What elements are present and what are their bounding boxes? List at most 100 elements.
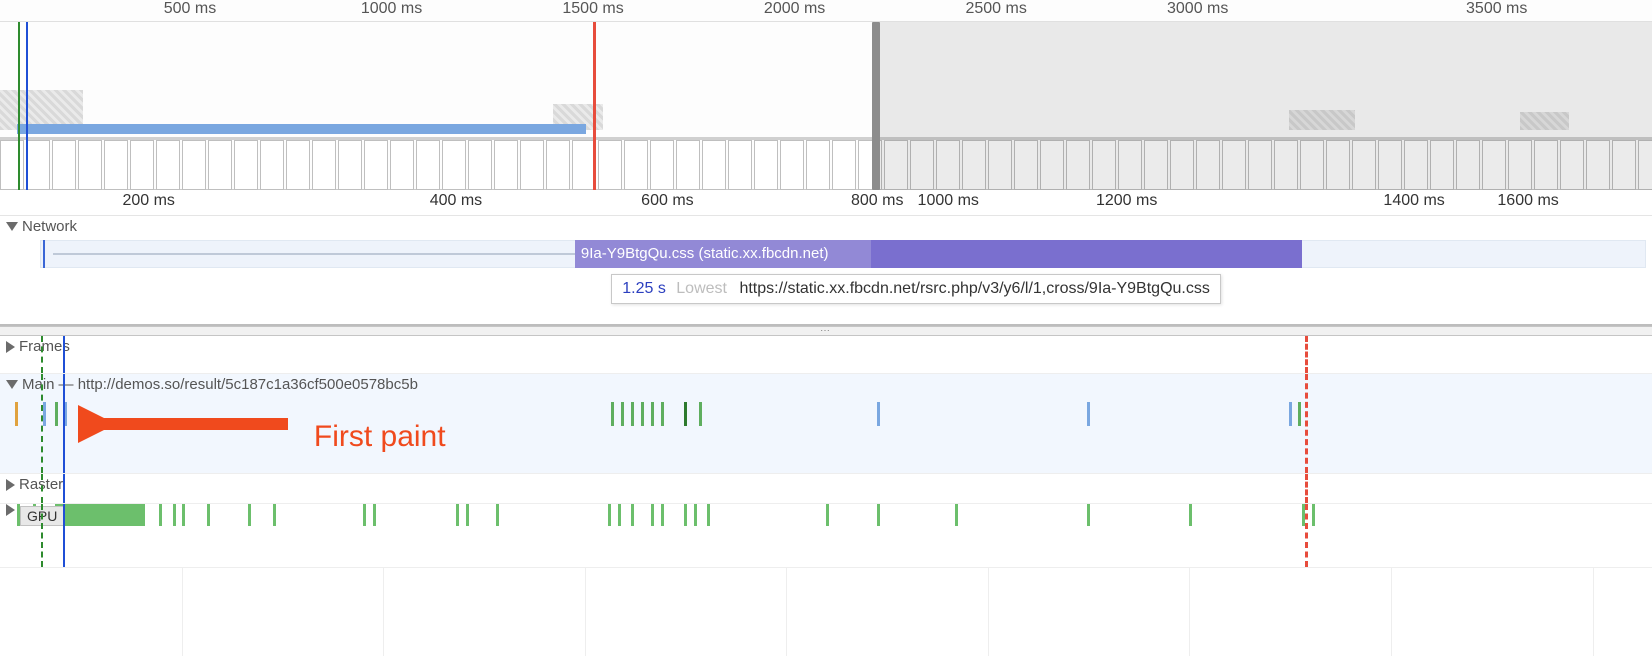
gpu-task-tick[interactable]	[1087, 504, 1090, 526]
overview-tick: 2000 ms	[764, 0, 825, 18]
gpu-task-tick[interactable]	[173, 504, 176, 526]
flame-task[interactable]	[15, 402, 18, 426]
gpu-task-tick[interactable]	[618, 504, 621, 526]
gpu-task-tick[interactable]	[877, 504, 880, 526]
gpu-task-tick[interactable]	[955, 504, 958, 526]
chevron-down-icon[interactable]	[6, 222, 18, 231]
flame-task[interactable]	[661, 402, 664, 426]
marker-load	[1305, 474, 1308, 503]
track-network[interactable]: Network 9Ia-Y9BtgQu.css (static.xx.fbcdn…	[0, 216, 1652, 326]
marker-load	[1305, 504, 1308, 567]
flame-task[interactable]	[631, 402, 634, 426]
drag-handle-icon: ⋯	[820, 326, 832, 337]
annotation-first-paint: First paint	[314, 420, 446, 454]
overview-tick: 1500 ms	[562, 0, 623, 18]
track-header-frames[interactable]: Frames	[6, 338, 70, 355]
gpu-task-tick[interactable]	[684, 504, 687, 526]
overview-selection-handle[interactable]	[872, 22, 880, 190]
track-gpu[interactable]: GPU	[0, 504, 1652, 568]
flame-task[interactable]	[1087, 402, 1090, 426]
network-request-label: 9Ia-Y9BtgQu.css (static.xx.fbcdn.net)	[581, 245, 829, 262]
gpu-task-tick[interactable]	[159, 504, 162, 526]
gpu-task-tick[interactable]	[1312, 504, 1315, 526]
detail-ruler: 200 ms 400 ms 600 ms 800 ms 1000 ms 1200…	[0, 190, 1652, 216]
filmstrip-frame	[0, 140, 24, 190]
annotation-arrow-icon	[78, 404, 298, 444]
gpu-task-tick[interactable]	[707, 504, 710, 526]
marker-load	[1305, 374, 1308, 473]
filmstrip-frame	[624, 140, 648, 190]
flame-task[interactable]	[641, 402, 644, 426]
filmstrip-frame	[598, 140, 622, 190]
marker-first-paint	[41, 504, 43, 567]
panel-splitter[interactable]: ⋯	[0, 326, 1652, 336]
filmstrip-frame	[546, 140, 570, 190]
gpu-task-tick[interactable]	[182, 504, 185, 526]
detail-tick: 1600 ms	[1497, 192, 1558, 210]
gpu-task-tick[interactable]	[466, 504, 469, 526]
track-raster[interactable]: Raster	[0, 474, 1652, 504]
flame-task[interactable]	[877, 402, 880, 426]
filmstrip-frame	[338, 140, 362, 190]
flame-task[interactable]	[699, 402, 702, 426]
flame-task[interactable]	[611, 402, 614, 426]
flame-task[interactable]	[64, 402, 67, 426]
chevron-right-icon[interactable]	[6, 341, 15, 353]
detail-tick: 800 ms	[851, 192, 903, 210]
gpu-task-tick[interactable]	[608, 504, 611, 526]
gpu-task-tick[interactable]	[273, 504, 276, 526]
gpu-task-tick[interactable]	[694, 504, 697, 526]
track-header-gpu[interactable]	[6, 504, 15, 516]
marker-first-paint	[41, 336, 43, 373]
filmstrip-frame	[754, 140, 778, 190]
gpu-task-tick[interactable]	[207, 504, 210, 526]
flamechart-area: Frames Main — http://demos.so/result/5c1…	[0, 336, 1652, 568]
gpu-task-tick[interactable]	[373, 504, 376, 526]
chevron-down-icon[interactable]	[6, 380, 18, 389]
track-header-network[interactable]: Network	[6, 218, 77, 235]
detail-tick: 1000 ms	[918, 192, 979, 210]
track-header-raster[interactable]: Raster	[6, 476, 63, 493]
gpu-task-tick[interactable]	[248, 504, 251, 526]
filmstrip-frame	[104, 140, 128, 190]
network-request-download-phase	[871, 240, 1302, 268]
flame-task[interactable]	[684, 402, 687, 426]
filmstrip-frame	[130, 140, 154, 190]
filmstrip-frame	[260, 140, 284, 190]
overview-ruler: 500 ms 1000 ms 1500 ms 2000 ms 2500 ms 3…	[0, 0, 1652, 22]
overview-marker-blue	[26, 22, 28, 190]
network-waiting-line	[53, 253, 575, 255]
chevron-right-icon[interactable]	[6, 479, 15, 491]
marker-blue	[63, 336, 65, 373]
filmstrip-frame	[442, 140, 466, 190]
overview-tick: 2500 ms	[965, 0, 1026, 18]
tooltip-priority: Lowest	[676, 280, 727, 297]
overview-body[interactable]	[0, 22, 1652, 190]
chevron-right-icon[interactable]	[6, 504, 15, 516]
filmstrip-frame	[650, 140, 674, 190]
gpu-task-tick[interactable]	[651, 504, 654, 526]
filmstrip-frame	[26, 140, 50, 190]
gpu-task-tick[interactable]	[363, 504, 366, 526]
flame-task[interactable]	[55, 402, 58, 426]
track-frames[interactable]: Frames	[0, 336, 1652, 374]
track-label: Main	[22, 376, 55, 393]
gpu-task-block[interactable]	[55, 504, 146, 526]
gpu-task-tick[interactable]	[1189, 504, 1192, 526]
track-main[interactable]: Main — http://demos.so/result/5c187c1a36…	[0, 374, 1652, 474]
flame-task[interactable]	[651, 402, 654, 426]
marker-blue	[63, 474, 65, 503]
gpu-task-tick[interactable]	[661, 504, 664, 526]
track-label: Network	[22, 218, 77, 235]
track-header-main[interactable]: Main — http://demos.so/result/5c187c1a36…	[6, 376, 418, 393]
flame-task[interactable]	[43, 402, 46, 426]
gpu-task-tick[interactable]	[631, 504, 634, 526]
gpu-task-tick[interactable]	[826, 504, 829, 526]
flame-task[interactable]	[1289, 402, 1292, 426]
overview-network-bar	[17, 124, 587, 134]
overview-minimap[interactable]: 500 ms 1000 ms 1500 ms 2000 ms 2500 ms 3…	[0, 0, 1652, 190]
flame-task[interactable]	[1298, 402, 1301, 426]
gpu-task-tick[interactable]	[496, 504, 499, 526]
flame-task[interactable]	[621, 402, 624, 426]
gpu-task-tick[interactable]	[456, 504, 459, 526]
